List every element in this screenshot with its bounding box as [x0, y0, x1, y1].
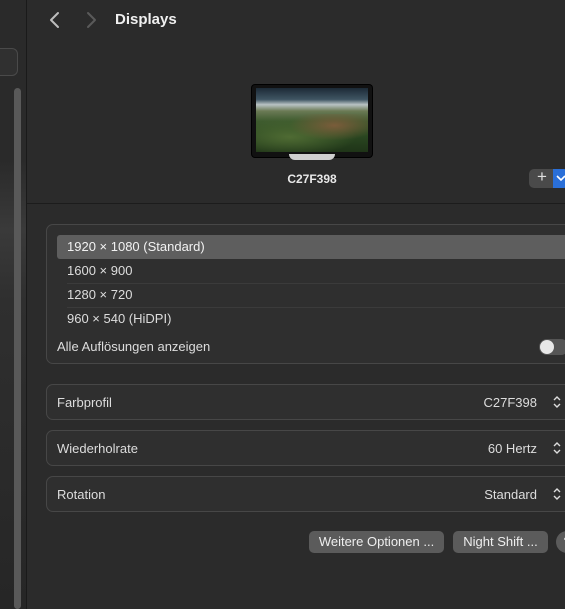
show-all-resolutions-toggle[interactable] [539, 339, 565, 355]
night-shift-button[interactable]: Night Shift ... [453, 531, 548, 553]
back-button[interactable] [45, 10, 65, 30]
color-profile-value[interactable]: C27F398 [484, 395, 537, 410]
sidebar-scrollbar[interactable] [14, 88, 21, 609]
display-wallpaper [256, 88, 368, 152]
plus-icon: + [537, 169, 547, 186]
display-name: C27F398 [287, 172, 337, 186]
chevron-right-icon [87, 12, 96, 28]
resolution-option[interactable]: 1920 × 1080 (Standard) [57, 235, 565, 259]
resolution-option[interactable]: 1280 × 720 [57, 283, 565, 307]
toggle-knob [540, 340, 554, 354]
resolution-list: 1920 × 1080 (Standard) 1600 × 900 1280 ×… [46, 224, 565, 364]
rotation-label: Rotation [57, 487, 106, 502]
resolution-option[interactable]: 960 × 540 (HiDPI) [57, 307, 565, 331]
color-profile-row[interactable]: Farbprofil C27F398 [46, 384, 565, 420]
forward-button[interactable] [81, 10, 101, 30]
updown-icon[interactable] [552, 395, 562, 409]
refresh-rate-row[interactable]: Wiederholrate 60 Hertz [46, 430, 565, 466]
add-display-dropdown[interactable] [553, 169, 565, 188]
advanced-options-button[interactable]: Weitere Optionen ... [309, 531, 444, 553]
divider [27, 203, 565, 204]
add-display-button[interactable]: + [529, 169, 565, 188]
chevron-left-icon [50, 12, 59, 28]
chevron-down-icon [556, 175, 565, 182]
rotation-value[interactable]: Standard [484, 487, 537, 502]
display-stand [289, 154, 335, 160]
sidebar-search-field[interactable] [0, 48, 18, 76]
help-button[interactable]: ? [556, 531, 565, 553]
updown-icon[interactable] [552, 441, 562, 455]
color-profile-label: Farbprofil [57, 395, 112, 410]
resolution-option[interactable]: 1600 × 900 [57, 259, 565, 283]
refresh-rate-label: Wiederholrate [57, 441, 138, 456]
updown-icon[interactable] [552, 487, 562, 501]
sidebar [0, 0, 27, 609]
show-all-resolutions-label: Alle Auflösungen anzeigen [57, 339, 211, 354]
refresh-rate-value[interactable]: 60 Hertz [488, 441, 537, 456]
rotation-row[interactable]: Rotation Standard [46, 476, 565, 512]
page-title: Displays [115, 11, 177, 28]
display-thumbnail[interactable] [252, 85, 372, 157]
